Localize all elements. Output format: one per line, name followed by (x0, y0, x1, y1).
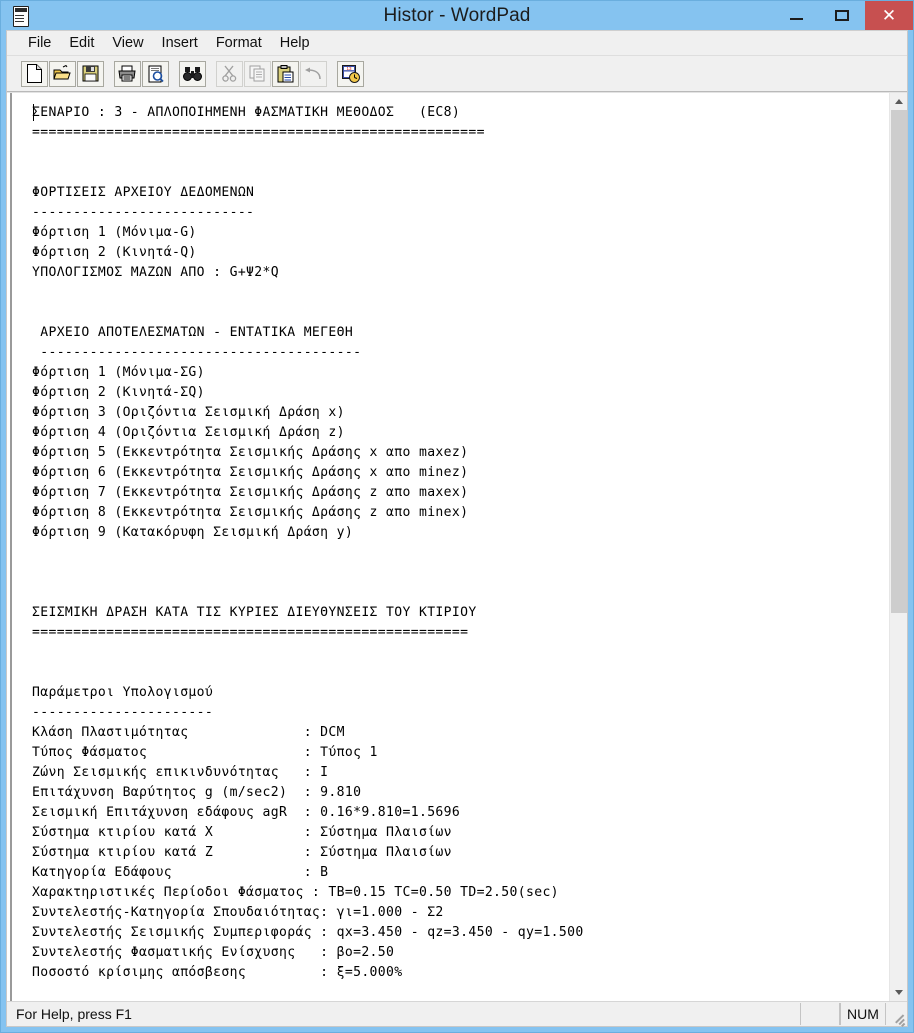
menu-edit[interactable]: Edit (60, 33, 103, 54)
scrollbar-track[interactable] (890, 110, 907, 984)
find-button[interactable] (179, 60, 206, 87)
wordpad-window: Histor - WordPad ✕ File Edit View Insert… (0, 0, 914, 1033)
title-bar: Histor - WordPad ✕ (1, 1, 913, 30)
menu-help[interactable]: Help (271, 33, 319, 54)
text-caret (33, 104, 34, 121)
date-time-button[interactable]: 13 (337, 60, 364, 87)
open-folder-icon (53, 65, 72, 82)
maximize-icon (835, 10, 849, 21)
date-time-icon: 13 (341, 64, 360, 83)
status-help-text: For Help, press F1 (16, 1006, 132, 1022)
menu-file[interactable]: File (19, 33, 60, 54)
menu-bar: File Edit View Insert Format Help (7, 31, 907, 56)
window-bottom-border (1, 1027, 913, 1032)
scrollbar-thumb[interactable] (891, 110, 907, 613)
wordpad-document-icon (11, 6, 29, 27)
resize-grip[interactable] (889, 1006, 905, 1027)
vertical-scrollbar[interactable] (889, 93, 907, 1001)
find-binoculars-icon (183, 66, 202, 82)
paste-button[interactable] (272, 60, 299, 87)
minimize-button[interactable] (773, 1, 819, 30)
save-button[interactable] (77, 60, 104, 87)
new-button[interactable] (21, 60, 48, 87)
menu-insert[interactable]: Insert (153, 33, 207, 54)
document-content[interactable]: ΣΕΝΑΡΙΟ : 3 - ΑΠΛΟΠΟΙΗΜΕΝΗ ΦΑΣΜΑΤΙΚΗ ΜΕΘ… (10, 103, 889, 1001)
status-pane-num: NUM (840, 1003, 886, 1025)
print-icon (118, 65, 137, 82)
window-controls: ✕ (773, 1, 913, 30)
scroll-up-button[interactable] (890, 93, 907, 110)
scroll-down-button[interactable] (890, 984, 907, 1001)
client-area: File Edit View Insert Format Help 13 ΣΕΝ… (6, 30, 908, 1027)
maximize-button[interactable] (819, 1, 865, 30)
cut-scissors-icon (222, 65, 237, 82)
status-bar: For Help, press F1 NUM (7, 1001, 907, 1027)
copy-icon (249, 65, 266, 82)
copy-button[interactable] (244, 60, 271, 87)
document-pane: ΣΕΝΑΡΙΟ : 3 - ΑΠΛΟΠΟΙΗΜΕΝΗ ΦΑΣΜΑΤΙΚΗ ΜΕΘ… (7, 92, 907, 1001)
print-preview-button[interactable] (142, 60, 169, 87)
document-text-area[interactable]: ΣΕΝΑΡΙΟ : 3 - ΑΠΛΟΠΟΙΗΜΕΝΗ ΦΑΣΜΑΤΙΚΗ ΜΕΘ… (7, 93, 889, 1001)
menu-format[interactable]: Format (207, 33, 271, 54)
status-pane-caps (800, 1003, 840, 1025)
scroll-down-arrow-icon (894, 990, 903, 995)
paste-clipboard-icon (277, 64, 294, 83)
new-icon (26, 64, 43, 83)
print-preview-icon (147, 65, 164, 83)
status-panes: NUM (800, 1003, 886, 1025)
close-icon: ✕ (881, 6, 897, 25)
open-button[interactable] (49, 60, 76, 87)
cut-button[interactable] (216, 60, 243, 87)
scroll-up-arrow-icon (894, 99, 903, 104)
print-button[interactable] (114, 60, 141, 87)
undo-arrow-icon (304, 67, 323, 81)
toolbar: 13 (7, 56, 907, 92)
svg-text:13: 13 (346, 66, 352, 71)
document-left-margin-line (10, 93, 12, 1001)
menu-view[interactable]: View (103, 33, 152, 54)
close-button[interactable]: ✕ (865, 1, 913, 30)
undo-button[interactable] (300, 60, 327, 87)
minimize-icon (789, 17, 803, 20)
save-disk-icon (82, 65, 99, 82)
